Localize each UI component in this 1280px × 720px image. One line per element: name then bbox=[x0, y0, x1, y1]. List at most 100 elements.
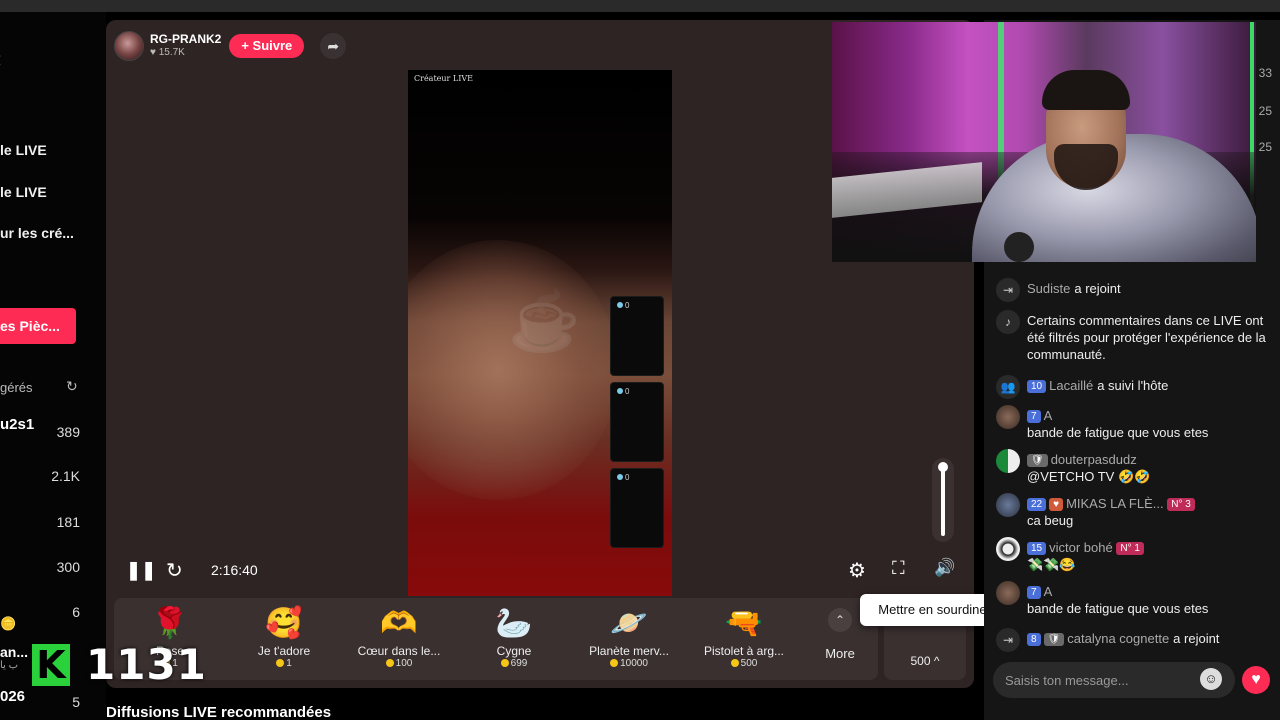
streamer-header: RG-PRANK2 ♥ 15.7K + Suivre ➦ bbox=[114, 30, 347, 62]
gift-price: 699 bbox=[510, 658, 528, 669]
more-label: More bbox=[825, 646, 855, 661]
get-coins-button[interactable]: es Pièc... bbox=[0, 308, 76, 344]
gift-bar: 🌹 Rose 1 🥰 Je t'adore 1 🫶 Cœur dans le..… bbox=[114, 598, 878, 680]
sidebar-user-name[interactable]: u2s1 bbox=[0, 416, 34, 433]
sidebar-count: 300 bbox=[56, 559, 80, 575]
chat-username[interactable]: MIKAS LA FLÈ... bbox=[1066, 496, 1164, 511]
webcam-overlay bbox=[832, 22, 1256, 262]
gift-price: 10000 bbox=[620, 658, 648, 669]
gift-name: Pistolet à arg... bbox=[703, 644, 785, 658]
chat-username[interactable]: victor bohé bbox=[1049, 540, 1113, 555]
chat-username[interactable]: catalyna cognette bbox=[1067, 631, 1169, 646]
volume-fill bbox=[941, 464, 945, 536]
recommended-title: Diffusions LIVE recommandées bbox=[106, 704, 332, 720]
gift-item[interactable]: 🥰 Je t'adore 1 bbox=[228, 604, 340, 669]
gift-name: Planète merv... bbox=[589, 644, 669, 658]
chat-username[interactable]: Lacaillé bbox=[1049, 378, 1093, 393]
money-gun-icon: 🔫 bbox=[725, 607, 763, 640]
heart-face-icon: 🥰 bbox=[265, 607, 303, 640]
sidebar-link-creators[interactable]: ur les cré... bbox=[0, 225, 74, 241]
level-badge: 10 bbox=[1027, 380, 1047, 393]
chat-action: a suivi l'hôte bbox=[1097, 378, 1169, 393]
chat-username[interactable]: douterpasdudz bbox=[1051, 452, 1137, 467]
emoji-icon[interactable]: ☺ bbox=[1200, 668, 1222, 690]
managed-label: gérés bbox=[0, 380, 33, 395]
gem-icon bbox=[617, 388, 623, 394]
back-chevron-icon[interactable]: ‹ bbox=[0, 46, 1, 72]
sidebar-link-live-1[interactable]: le LIVE bbox=[0, 142, 47, 158]
fan-heart-badge: ♥ bbox=[1049, 498, 1064, 511]
sidebar-user-026: 026 bbox=[0, 688, 26, 705]
volume-icon[interactable]: 🔊 bbox=[934, 558, 955, 578]
guest-badge: 0 bbox=[625, 301, 630, 310]
level-badge: 7 bbox=[1027, 410, 1041, 423]
person-hair bbox=[1042, 70, 1130, 110]
like-heart-icon[interactable]: ♥ bbox=[1242, 666, 1270, 694]
sidebar-count: 2.1K bbox=[51, 468, 80, 484]
gift-name: Cygne bbox=[496, 644, 532, 658]
shield-badge: 🛡 bbox=[1043, 633, 1065, 646]
volume-knob[interactable] bbox=[938, 462, 948, 472]
pause-icon[interactable]: ❚❚ bbox=[126, 560, 156, 581]
refresh-icon[interactable]: ↻ bbox=[66, 378, 78, 395]
chat-input[interactable] bbox=[993, 662, 1235, 698]
more-gifts-button[interactable]: ⌃ More bbox=[814, 604, 866, 661]
sidebar-link-live-2[interactable]: le LIVE bbox=[0, 184, 47, 200]
level-badge: 15 bbox=[1027, 542, 1047, 555]
tiktok-icon: ♪ bbox=[996, 310, 1020, 334]
gift-item[interactable]: 🔫 Pistolet à arg... 500 bbox=[688, 604, 800, 669]
follow-button[interactable]: + Suivre bbox=[229, 34, 305, 58]
volume-slider[interactable] bbox=[932, 458, 954, 542]
video-stream[interactable]: Créateur LIVE ☕ 0 0 0 bbox=[408, 70, 672, 596]
gift-name: Je t'adore bbox=[257, 644, 311, 658]
gift-item[interactable]: 🫶 Cœur dans le... 100 bbox=[343, 604, 455, 669]
gift-item[interactable]: 🦢 Cygne 699 bbox=[458, 604, 570, 669]
system-notice: Certains commentaires dans ce LIVE ont é… bbox=[1027, 313, 1266, 362]
swan-icon: 🦢 bbox=[495, 607, 533, 640]
coin-icon bbox=[730, 659, 739, 667]
side-number: 25 bbox=[1258, 140, 1272, 154]
gift-price: 1 bbox=[286, 658, 292, 669]
share-icon[interactable]: ➦ bbox=[320, 33, 347, 59]
chat-text: bande de fatigue que vous etes bbox=[1027, 425, 1209, 440]
chat-username[interactable]: Sudiste bbox=[1027, 281, 1070, 296]
chat-action: a rejoint bbox=[1173, 631, 1220, 646]
settings-icon[interactable]: ⚙ bbox=[848, 558, 866, 583]
side-number: 25 bbox=[1258, 104, 1272, 118]
coin-icon bbox=[500, 659, 509, 667]
heart-icon: ♥ bbox=[150, 47, 156, 58]
streamer-name[interactable]: RG-PRANK2 bbox=[150, 33, 221, 46]
guest-panel[interactable]: 0 bbox=[610, 382, 664, 462]
top-strip bbox=[0, 0, 1280, 12]
avatar[interactable] bbox=[996, 449, 1020, 473]
fullscreen-icon[interactable]: ⛶ bbox=[892, 558, 905, 579]
avatar[interactable] bbox=[996, 581, 1020, 605]
refresh-icon[interactable]: ↻ bbox=[166, 558, 183, 583]
gift-name: Cœur dans le... bbox=[357, 644, 441, 658]
sidebar-count: 6 bbox=[72, 604, 80, 620]
chat-username[interactable]: A bbox=[1044, 584, 1053, 599]
chat-text: bande de fatigue que vous etes bbox=[1027, 601, 1209, 616]
avatar[interactable] bbox=[996, 537, 1020, 561]
coin-icon bbox=[610, 659, 619, 667]
chevron-up-icon: ⌃ bbox=[828, 608, 852, 632]
chat-username[interactable]: A bbox=[1044, 408, 1053, 423]
chat-text: @VETCHO TV 🤣🤣 bbox=[1027, 469, 1151, 484]
rose-icon: 🌹 bbox=[151, 607, 189, 640]
level-badge: 22 bbox=[1027, 498, 1047, 511]
join-icon: ⇥ bbox=[996, 628, 1020, 652]
guest-panel[interactable]: 0 bbox=[610, 468, 664, 548]
sidebar-count: 181 bbox=[56, 514, 80, 530]
gift-item[interactable]: 🪐 Planète merv... 10000 bbox=[573, 604, 685, 669]
streamer-avatar[interactable] bbox=[114, 31, 144, 61]
guest-panel[interactable]: 0 bbox=[610, 296, 664, 376]
sidebar-count: 5 bbox=[72, 694, 80, 710]
sidebar-user-an[interactable]: an... bbox=[0, 644, 28, 660]
heart-hands-icon: 🫶 bbox=[380, 607, 418, 640]
avatar[interactable] bbox=[996, 405, 1020, 429]
side-number: 33 bbox=[1258, 66, 1272, 80]
microphone bbox=[1004, 232, 1034, 262]
coin-icon bbox=[276, 659, 285, 667]
avatar[interactable] bbox=[996, 493, 1020, 517]
k-logo: K bbox=[32, 644, 70, 686]
